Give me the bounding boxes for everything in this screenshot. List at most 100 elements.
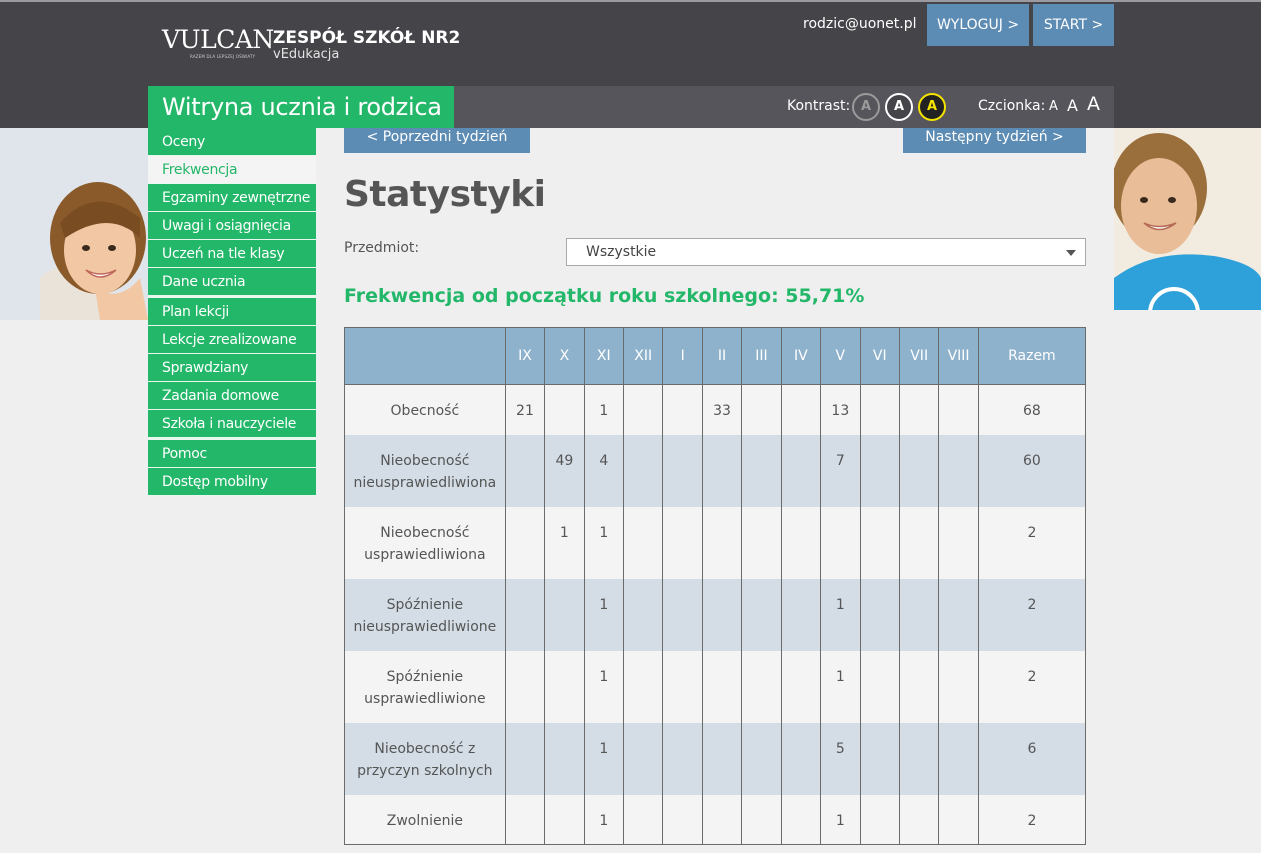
student-photo-left [0,128,148,320]
table-cell [623,650,664,723]
header-cell-month: IV [781,327,822,385]
row-label: Nieobecność usprawiedliwiona [344,506,506,579]
table-header-row: IX X XI XII I II III IV V VI VII VIII Ra… [344,327,1087,385]
school-subtitle: vEdukacja [273,47,340,62]
menu-item-szkola-i-nauczyciele[interactable]: Szkoła i nauczyciele [148,410,316,440]
table-cell [544,578,585,651]
table-cell [860,794,900,845]
table-cell [860,434,900,507]
table-cell [662,384,703,435]
header-cell-month: X [544,327,585,385]
table-cell [781,650,822,723]
table-row: Obecność 21 1 33 13 68 [344,384,1087,435]
menu-item-dostep-mobilny[interactable]: Dostęp mobilny [148,468,316,496]
table-cell [938,434,979,507]
font-small-button[interactable]: A [1049,99,1058,114]
table-row: Spóźnienie usprawiedliwione 1 1 2 [344,650,1087,723]
contrast-high-button[interactable]: A [885,93,913,121]
table-row: Nieobecność nieusprawiedliwiona 49 4 7 60 [344,434,1087,507]
table-cell [702,650,743,723]
previous-week-button[interactable]: < Poprzedni tydzień [344,128,530,153]
font-medium-button[interactable]: A [1067,96,1078,115]
menu-item-egzaminy[interactable]: Egzaminy zewnętrzne [148,184,316,212]
menu-item-pomoc[interactable]: Pomoc [148,440,316,468]
table-cell [860,506,900,579]
table-cell [899,384,940,435]
table-cell [741,794,782,845]
header-cell-month: III [741,327,782,385]
table-cell: 13 [820,384,861,435]
table-cell [623,794,664,845]
contrast-yellow-button[interactable]: A [918,93,946,121]
row-label: Spóźnienie nieusprawiedliwione [344,578,506,651]
table-cell [781,384,822,435]
table-cell [662,578,703,651]
table-cell [544,650,585,723]
table-cell [860,578,900,651]
side-menu: Oceny Frekwencja Egzaminy zewnętrzne Uwa… [148,128,316,496]
table-cell: 4 [584,434,625,507]
header-cell-month: IX [505,327,546,385]
menu-item-uczen-na-tle-klasy[interactable]: Uczeń na tle klasy [148,240,316,268]
table-cell [938,650,979,723]
font-large-button[interactable]: A [1087,93,1100,115]
row-label: Spóźnienie usprawiedliwione [344,650,506,723]
site-title: Witryna ucznia i rodzica [148,86,454,128]
header-cell-month: VI [860,327,900,385]
subject-selected-value: Wszystkie [586,244,657,260]
table-cell [741,384,782,435]
menu-item-sprawdziany[interactable]: Sprawdziany [148,354,316,382]
table-cell: 1 [584,650,625,723]
table-cell: 1 [584,722,625,795]
subject-select[interactable]: Wszystkie [566,238,1086,266]
menu-item-frekwencja[interactable]: Frekwencja [148,156,316,184]
table-cell: 33 [702,384,743,435]
contrast-normal-button[interactable]: A [852,93,880,121]
table-cell [781,794,822,845]
table-cell [938,722,979,795]
header-cell-month: V [820,327,861,385]
header-cell-month: I [662,327,703,385]
table-cell [899,434,940,507]
header-cell-month: XI [584,327,625,385]
table-cell [741,506,782,579]
menu-item-zadania-domowe[interactable]: Zadania domowe [148,382,316,410]
table-cell: 1 [584,384,625,435]
attendance-table: IX X XI XII I II III IV V VI VII VIII Ra… [344,327,1087,845]
table-cell [505,578,546,651]
table-cell [860,722,900,795]
menu-item-oceny[interactable]: Oceny [148,128,316,156]
vulcan-logo[interactable]: VULCAN RAZEM DLA LEPSZEJ OŚWIATY [162,27,274,60]
contrast-label: Kontrast: [787,98,851,114]
row-total: 2 [978,650,1087,723]
table-row: Zwolnienie 1 1 2 [344,794,1087,845]
table-cell [544,384,585,435]
table-cell [623,722,664,795]
table-cell: 1 [820,578,861,651]
row-total: 68 [978,384,1087,435]
start-button[interactable]: START > [1033,4,1114,46]
table-cell [505,506,546,579]
row-total: 6 [978,722,1087,795]
menu-item-uwagi[interactable]: Uwagi i osiągnięcia [148,212,316,240]
table-cell: 1 [584,578,625,651]
table-cell [741,650,782,723]
header-cell-empty [344,327,506,385]
menu-item-dane-ucznia[interactable]: Dane ucznia [148,268,316,298]
table-cell [702,434,743,507]
menu-item-plan-lekcji[interactable]: Plan lekcji [148,298,316,326]
table-cell [702,506,743,579]
table-cell [741,578,782,651]
table-cell [781,434,822,507]
table-cell: 7 [820,434,861,507]
girl-illustration [0,128,148,320]
table-cell: 1 [820,794,861,845]
table-cell [623,434,664,507]
next-week-button[interactable]: Następny tydzień > [903,128,1086,153]
table-cell: 49 [544,434,585,507]
table-cell [505,650,546,723]
menu-item-lekcje-zrealizowane[interactable]: Lekcje zrealizowane [148,326,316,354]
subject-label: Przedmiot: [344,240,420,256]
logout-button[interactable]: WYLOGUJ > [927,4,1029,46]
table-cell [781,578,822,651]
